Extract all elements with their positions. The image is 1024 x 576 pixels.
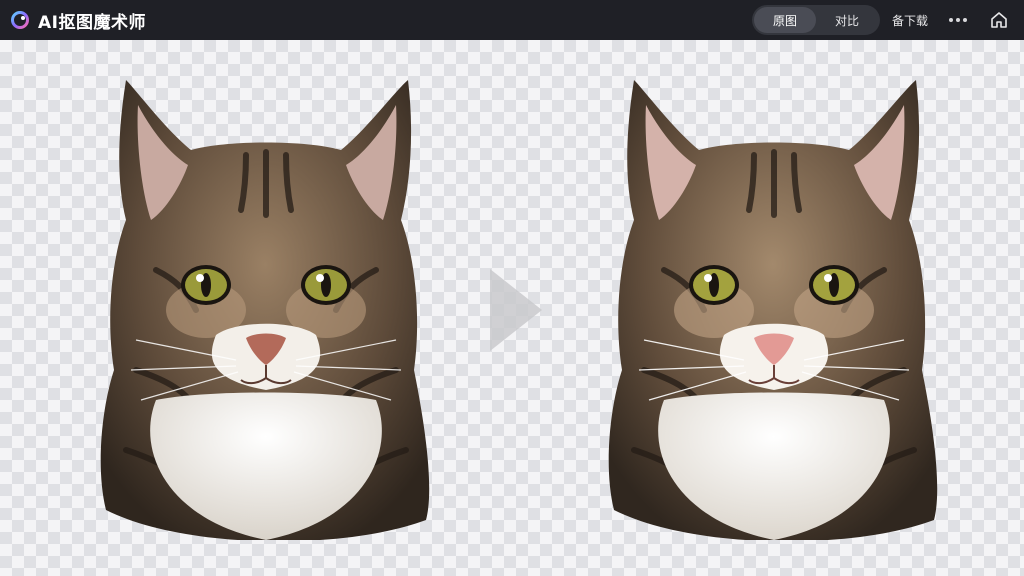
download-button[interactable]: 备下载: [892, 12, 928, 29]
original-cat-image: [100, 80, 430, 540]
top-bar: AI抠图魔术师 原图 对比 备下载: [0, 0, 1024, 40]
ring-logo-icon: [11, 11, 29, 29]
compare-view-button[interactable]: 对比: [816, 7, 878, 33]
more-horizontal-icon: [949, 18, 967, 22]
home-button[interactable]: [984, 5, 1014, 35]
transparent-canvas: [0, 40, 1024, 576]
processed-cat-image: [608, 80, 938, 540]
more-button[interactable]: [946, 8, 970, 32]
app-title: AI抠图魔术师: [38, 12, 146, 33]
play-arrow-icon: [490, 269, 542, 351]
home-icon: [991, 12, 1007, 28]
view-toggle: 原图 对比: [751, 5, 880, 35]
original-view-button[interactable]: 原图: [753, 7, 816, 33]
